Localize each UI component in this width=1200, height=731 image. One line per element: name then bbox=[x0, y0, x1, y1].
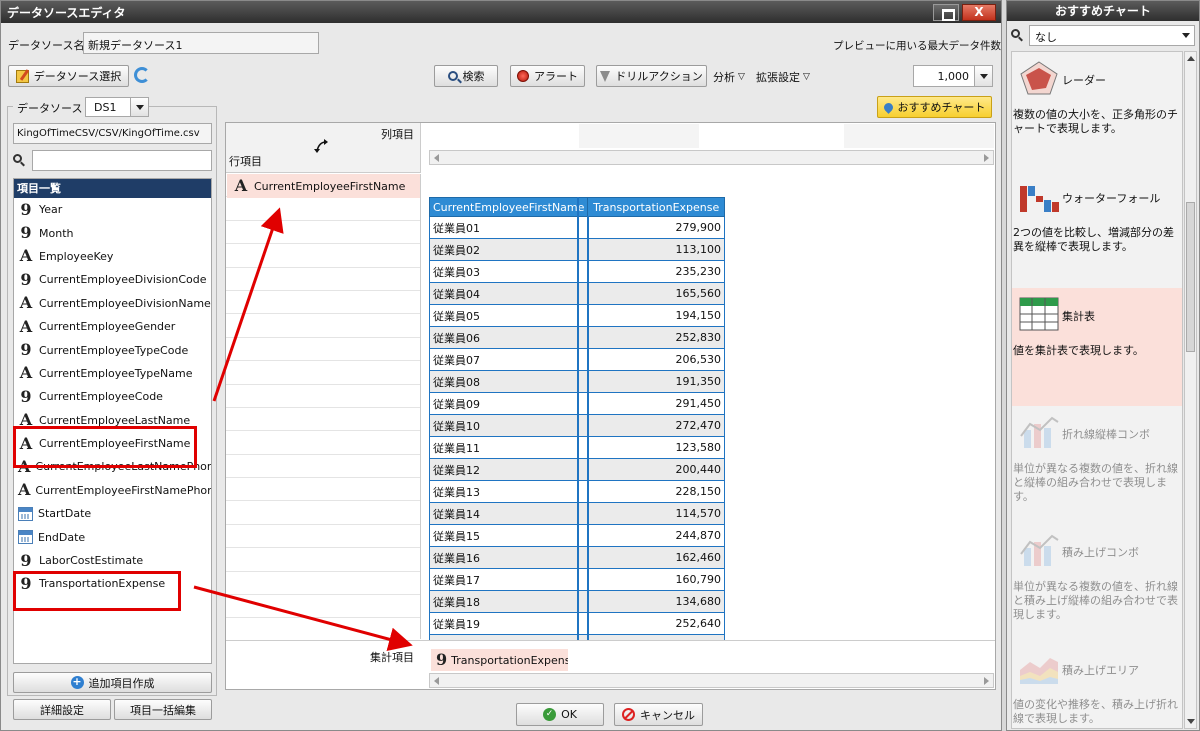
datasource-editor-window: データソースエディタ X データソース名 新規データソース1 プレビューに用いる… bbox=[0, 0, 1002, 731]
chart-list[interactable]: レーダー複数の値の大小を、正多角形のチャートで表現します。ウォーターフォール 2つ… bbox=[1011, 51, 1183, 729]
chart-option-0[interactable]: レーダー複数の値の大小を、正多角形のチャートで表現します。 bbox=[1012, 52, 1182, 170]
search-icon bbox=[1011, 29, 1023, 42]
chart-option-name: 積み上げコンボ bbox=[1062, 546, 1139, 559]
chart-option-description: 複数の値の大小を、正多角形のチャートで表現します。 bbox=[1013, 108, 1178, 135]
line-bar-combo-icon bbox=[1018, 414, 1060, 450]
arrow-to-aggregate-zone bbox=[193, 585, 413, 651]
chart-option-description: 値を集計表で表現します。 bbox=[1013, 344, 1144, 357]
stacked-area-icon bbox=[1018, 650, 1060, 686]
chart-option-name: 折れ線縦棒コンボ bbox=[1062, 428, 1150, 441]
chart-option-name: 積み上げエリア bbox=[1062, 664, 1139, 677]
annotation-arrows bbox=[193, 207, 413, 651]
chart-filter-value: なし bbox=[1035, 31, 1057, 44]
chart-option-4[interactable]: 積み上げコンボ単位が異なる複数の値を、折れ線と積み上げ縦棒の組み合わせで表現しま… bbox=[1012, 524, 1182, 642]
chart-option-3[interactable]: 折れ線縦棒コンボ単位が異なる複数の値を、折れ線と縦棒の組み合わせで表現します。 bbox=[1012, 406, 1182, 524]
scroll-down-icon[interactable] bbox=[1187, 719, 1195, 724]
pivot-table-icon bbox=[1018, 296, 1060, 332]
chart-option-5[interactable]: 積み上げエリア値の変化や推移を、積み上げ折れ線で表現します。 bbox=[1012, 642, 1182, 728]
chart-option-description: 値の変化や推移を、積み上げ折れ線で表現します。 bbox=[1013, 698, 1178, 725]
chart-option-name: レーダー bbox=[1062, 74, 1106, 87]
chart-option-2[interactable]: 集計表値を集計表で表現します。 bbox=[1012, 288, 1182, 406]
chart-option-description: 単位が異なる複数の値を、折れ線と積み上げ縦棒の組み合わせで表現します。 bbox=[1013, 580, 1178, 621]
chart-list-scrollbar[interactable] bbox=[1184, 51, 1197, 729]
scrollbar-thumb[interactable] bbox=[1186, 202, 1195, 352]
chart-option-description: 2つの値を比較し、増減部分の差異を縦棒で表現します。 bbox=[1013, 226, 1174, 253]
recommended-panel-title: おすすめチャート bbox=[1007, 1, 1199, 21]
chart-filter-select[interactable]: なし bbox=[1029, 25, 1195, 46]
chevron-down-icon[interactable] bbox=[1178, 26, 1194, 45]
waterfall-chart-icon bbox=[1018, 178, 1060, 214]
chart-option-1[interactable]: ウォーターフォール 2つの値を比較し、増減部分の差異を縦棒で表現します。 bbox=[1012, 170, 1182, 288]
chart-option-name: ウォーターフォール bbox=[1062, 192, 1161, 205]
chart-option-name: 集計表 bbox=[1062, 310, 1095, 323]
arrow-to-row-zone bbox=[212, 207, 284, 402]
chart-option-description: 単位が異なる複数の値を、折れ線と縦棒の組み合わせで表現します。 bbox=[1013, 462, 1178, 503]
recommended-chart-panel: おすすめチャート なし レーダー複数の値の大小を、正多角形のチャートで表現します… bbox=[1006, 0, 1200, 731]
scroll-up-icon[interactable] bbox=[1187, 56, 1195, 61]
radar-chart-icon bbox=[1018, 60, 1060, 96]
stacked-combo-icon bbox=[1018, 532, 1060, 568]
